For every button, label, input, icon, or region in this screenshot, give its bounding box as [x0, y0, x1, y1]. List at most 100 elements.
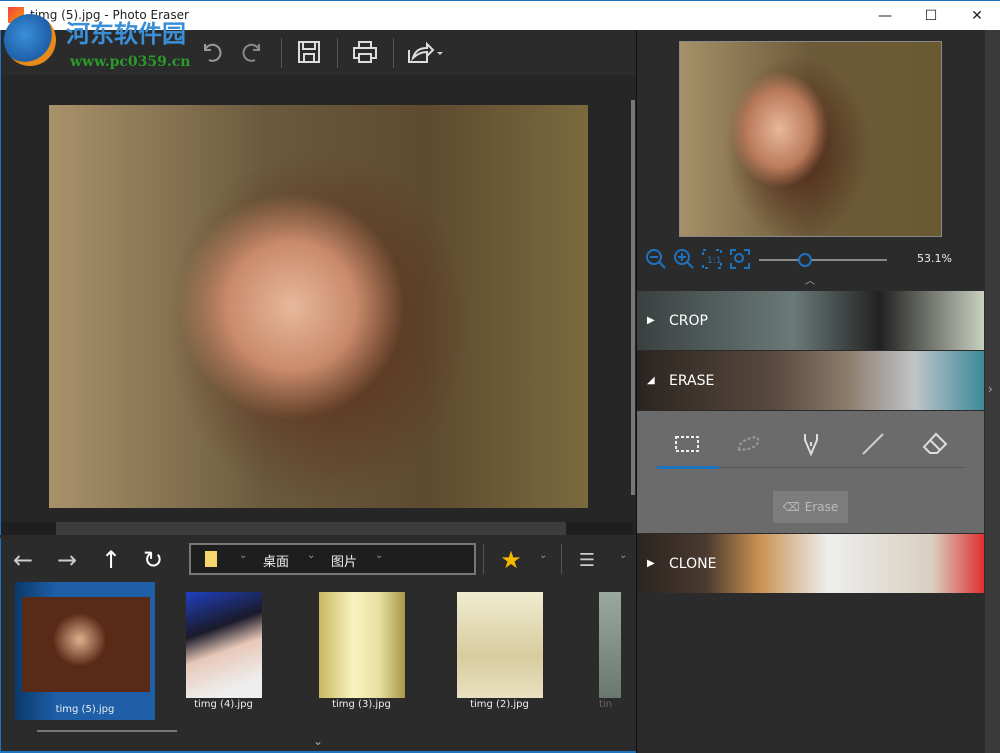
title-bar: timg (5).jpg - Photo Eraser — ☐ ✕: [0, 0, 1000, 30]
fit-to-window-icon[interactable]: [729, 248, 751, 270]
minimize-button[interactable]: —: [862, 1, 908, 31]
thumbnail-item[interactable]: timg (5).jpg: [15, 582, 155, 720]
chevron-down-icon[interactable]: ⌄: [539, 550, 547, 561]
forward-button[interactable]: →: [49, 544, 85, 576]
zoom-slider[interactable]: [759, 253, 887, 267]
chevron-right-icon[interactable]: ›: [988, 382, 993, 396]
thumbnail-image: [186, 592, 262, 698]
zoom-controls: 1:1: [645, 248, 751, 270]
thumbnail-item[interactable]: timg (2).jpg: [437, 582, 562, 720]
thumbnail-label: tin: [599, 699, 613, 710]
erase-button-label: Erase: [804, 500, 839, 514]
sort-icon: ☰: [578, 549, 596, 571]
app-icon: [8, 7, 24, 23]
brush-tool[interactable]: [843, 429, 903, 459]
folder-icon: [205, 551, 217, 567]
zoom-percentage: 53.1%: [917, 252, 952, 265]
save-icon: [298, 41, 320, 63]
chevron-down-icon[interactable]: ⌄: [239, 550, 247, 561]
actual-size-icon[interactable]: 1:1: [701, 248, 723, 270]
panel-title: CLONE: [669, 555, 717, 572]
zoom-slider-handle[interactable]: [798, 253, 813, 267]
chevron-down-icon[interactable]: ⌄: [307, 550, 315, 561]
undo-button[interactable]: [191, 36, 231, 68]
eraser-tool[interactable]: [905, 429, 965, 459]
refresh-icon: ↻: [142, 546, 164, 574]
lasso-tool[interactable]: [719, 429, 779, 459]
thumbnail-label: timg (3).jpg: [332, 699, 391, 710]
breadcrumb-item[interactable]: 图片: [331, 551, 357, 570]
caret-right-icon: ▶: [647, 315, 655, 326]
arrow-up-icon: ↑: [100, 546, 122, 574]
print-button[interactable]: [345, 36, 385, 68]
horizontal-scrollbar[interactable]: [1, 522, 633, 535]
thumbnail-item[interactable]: timg (3).jpg: [299, 582, 424, 720]
thumbnail-image: [319, 592, 405, 698]
thumbnail-image: [457, 592, 543, 698]
eraser-icon: [922, 432, 948, 454]
breadcrumb-item[interactable]: 桌面: [263, 551, 289, 570]
collapse-chevron-icon[interactable]: ⌄: [313, 734, 323, 748]
zoom-in-icon[interactable]: [673, 248, 695, 270]
divider: [393, 38, 394, 68]
maximize-button[interactable]: ☐: [908, 1, 954, 31]
thumbnail-strip: timg (5).jpg timg (4).jpg timg (3).jpg t…: [0, 582, 636, 722]
share-button[interactable]: [401, 36, 449, 68]
thumbnail-label: timg (5).jpg: [55, 704, 115, 715]
divider: [281, 38, 282, 68]
share-icon: [408, 41, 443, 63]
right-panel: 1:1 53.1% ︿ ▶ CROP ◢ ERASE ⌫ Erase ▶ CLONE: [636, 30, 985, 753]
erase-button[interactable]: ⌫ Erase: [773, 491, 848, 523]
panel-crop[interactable]: ▶ CROP: [637, 291, 984, 350]
panel-clone[interactable]: ▶ CLONE: [637, 534, 984, 593]
sort-button[interactable]: ☰: [569, 544, 605, 576]
toolbar: [0, 30, 636, 75]
panel-title: ERASE: [669, 372, 715, 389]
edited-photo[interactable]: [49, 105, 588, 508]
image-canvas[interactable]: [0, 75, 636, 535]
chevron-down-icon[interactable]: ⌄: [619, 550, 627, 561]
favorites-button[interactable]: ★: [493, 544, 529, 576]
divider: [337, 38, 338, 68]
rectangle-select-tool[interactable]: [657, 429, 717, 459]
thumbnail-image: [599, 592, 621, 698]
save-button[interactable]: [289, 36, 329, 68]
close-button[interactable]: ✕: [954, 1, 1000, 31]
eraser-icon: ⌫: [782, 500, 800, 514]
panel-erase[interactable]: ◢ ERASE: [637, 351, 984, 410]
collapse-chevron-icon[interactable]: ︿: [805, 272, 815, 287]
caret-down-icon: ◢: [647, 375, 655, 386]
scrollbar-thumb[interactable]: [56, 522, 566, 535]
active-tool-indicator: [657, 466, 719, 469]
thumbnail-scrollbar[interactable]: [37, 730, 177, 732]
chevron-down-icon[interactable]: ⌄: [375, 550, 383, 561]
thumbnail-item[interactable]: tin: [591, 582, 637, 720]
erase-tools: ⌫ Erase: [637, 411, 984, 533]
panel-title: CROP: [669, 312, 708, 329]
arrow-right-icon: →: [56, 546, 78, 574]
navigator-preview[interactable]: [679, 41, 942, 237]
thumbnail-label: timg (4).jpg: [194, 699, 253, 710]
pen-tool[interactable]: [781, 429, 841, 459]
brush-icon: [862, 433, 884, 455]
lasso-icon: [737, 435, 760, 452]
browser-navbar: ← → ↑ ↻ ⌄ 桌面 ⌄ 图片 ⌄ ★ ⌄ ☰ ⌄: [0, 538, 636, 582]
panel-toggle-strip[interactable]: ›: [985, 30, 1000, 753]
refresh-button[interactable]: ↻: [135, 544, 171, 576]
thumbnail-item[interactable]: timg (4).jpg: [161, 582, 286, 720]
zoom-out-icon[interactable]: [645, 248, 667, 270]
bottom-bar: ⌄: [0, 722, 636, 753]
thumbnail-label: timg (2).jpg: [470, 699, 529, 710]
vertical-scrollbar[interactable]: [631, 100, 635, 495]
redo-button[interactable]: [233, 36, 273, 68]
back-button[interactable]: ←: [5, 544, 41, 576]
divider: [483, 544, 484, 574]
window-title: timg (5).jpg - Photo Eraser: [30, 8, 189, 22]
pen-icon: [804, 434, 818, 456]
up-button[interactable]: ↑: [93, 544, 129, 576]
rectangle-select-icon: [675, 436, 699, 452]
arrow-left-icon: ←: [12, 546, 34, 574]
path-breadcrumb[interactable]: ⌄ 桌面 ⌄ 图片 ⌄: [189, 543, 476, 575]
redo-icon: [242, 43, 260, 62]
svg-text:1:1: 1:1: [707, 256, 721, 266]
